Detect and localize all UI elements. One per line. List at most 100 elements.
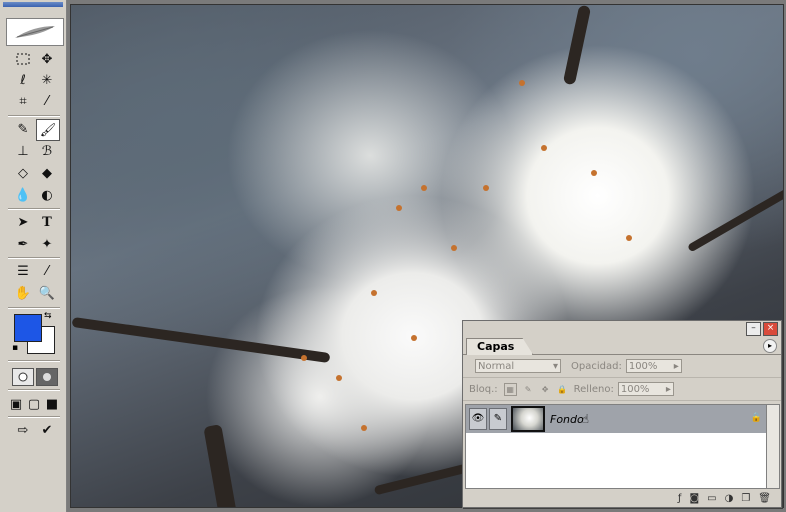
path-selection-icon[interactable]: ➤: [12, 212, 34, 232]
toolbox-separator: [8, 257, 60, 259]
close-icon[interactable]: ×: [763, 322, 778, 336]
chevron-down-icon: ▾: [552, 360, 558, 372]
new-layer-icon[interactable]: ❐: [741, 493, 750, 504]
magic-wand-icon[interactable]: ✳: [36, 70, 58, 90]
history-brush-icon[interactable]: ℬ: [36, 141, 58, 161]
slice-tool-icon[interactable]: ⁄: [36, 91, 58, 111]
lock-position-icon[interactable]: ✥: [540, 384, 551, 395]
stamen: [336, 375, 342, 381]
screen-mode-standard-icon[interactable]: ▣: [8, 394, 24, 414]
lock-icon: 🔒: [750, 413, 762, 423]
toolbox-separator: [8, 307, 60, 309]
feather-logo-icon[interactable]: [6, 18, 64, 46]
branch: [71, 316, 331, 364]
eye-visibility-icon[interactable]: 👁: [469, 408, 487, 430]
stamen: [411, 335, 417, 341]
swap-colors-icon[interactable]: ⇆: [44, 311, 52, 321]
palette-footer: ƒ ◙ ▭ ◑ ❐ 🗑: [463, 489, 781, 507]
healing-brush-icon[interactable]: ✎: [12, 119, 34, 139]
adjustment-layer-icon[interactable]: ◑: [725, 493, 734, 504]
standard-mode-icon[interactable]: [12, 368, 34, 386]
lock-fill-row: Bloq.: ▦ ✎ ✥ 🔒 Relleno: 100% ▸: [463, 378, 781, 401]
edit-check-icon[interactable]: ✔: [36, 420, 58, 440]
lock-transparency-icon[interactable]: ▦: [503, 382, 517, 396]
branch: [203, 424, 237, 507]
layer-mask-icon[interactable]: ◙: [689, 493, 699, 504]
opacity-field[interactable]: 100% ▸: [625, 359, 682, 373]
blend-mode-value: Normal: [478, 360, 515, 372]
new-group-icon[interactable]: ▭: [707, 493, 716, 504]
type-tool-icon[interactable]: T: [36, 212, 58, 232]
fill-label: Relleno:: [573, 383, 614, 395]
custom-shape-icon[interactable]: ✦: [36, 234, 58, 254]
clone-stamp-icon[interactable]: ⊥: [12, 141, 34, 161]
layer-thumbnail[interactable]: [511, 406, 545, 432]
blend-mode-select[interactable]: Normal ▾: [475, 359, 561, 373]
tab-capas[interactable]: Capas: [466, 338, 534, 355]
lock-all-icon[interactable]: 🔒: [557, 384, 568, 395]
stamen: [451, 245, 457, 251]
move-tool-icon[interactable]: ✥: [36, 49, 58, 69]
brush-link-icon[interactable]: ✎: [489, 408, 507, 430]
layer-row[interactable]: 👁 ✎ Fondo ☝ 🔒: [466, 405, 766, 433]
brush-tool-icon[interactable]: 🖌: [36, 119, 60, 141]
layers-scrollbar[interactable]: [766, 404, 780, 489]
toolbox-title-bar[interactable]: [3, 2, 63, 7]
dodge-tool-icon[interactable]: ◐: [36, 185, 58, 205]
eyedropper-icon[interactable]: ⁄: [36, 261, 58, 281]
stamen: [421, 185, 427, 191]
lasso-tool-icon[interactable]: ℓ: [12, 70, 34, 90]
layers-palette: – × Capas ▸ Normal ▾ Opacidad: 100% ▸ Bl…: [462, 320, 782, 508]
toolbox-separator: [8, 208, 60, 210]
notes-tool-icon[interactable]: ☰: [12, 261, 34, 281]
minimize-icon[interactable]: –: [746, 322, 761, 336]
stamen: [541, 145, 547, 151]
branch: [562, 5, 592, 86]
stamen: [361, 425, 367, 431]
branch: [687, 185, 783, 253]
stamen: [371, 290, 377, 296]
lock-label: Bloq.:: [469, 383, 498, 395]
stamen: [626, 235, 632, 241]
toolbox-separator: [8, 389, 60, 391]
toolbox: ✥ ℓ ✳ ⌗ ⁄ ✎ 🖌 ⊥ ℬ ◇ ◆ 💧 ◐ ➤ T ✒ ✦ ☰ ⁄ ✋ …: [0, 0, 67, 512]
jump-to-imageready-icon[interactable]: ⇨: [12, 420, 34, 440]
hand-tool-icon[interactable]: ✋: [12, 283, 34, 303]
chevron-right-icon: ▸: [673, 360, 679, 372]
layers-list: 👁 ✎ Fondo ☝ 🔒: [465, 404, 767, 489]
default-colors-icon[interactable]: ▪: [12, 343, 18, 353]
palette-title-bar[interactable]: – ×: [463, 321, 781, 337]
stamen: [519, 80, 525, 86]
zoom-tool-icon[interactable]: 🔍: [36, 283, 58, 303]
screen-mode-full-icon[interactable]: ■: [44, 394, 60, 414]
layer-name[interactable]: Fondo: [550, 413, 584, 426]
stamen: [301, 355, 307, 361]
fill-field[interactable]: 100% ▸: [617, 382, 674, 396]
blur-tool-icon[interactable]: 💧: [12, 185, 34, 205]
opacity-value: 100%: [628, 360, 658, 372]
pen-tool-icon[interactable]: ✒: [12, 234, 34, 254]
fill-value: 100%: [620, 383, 650, 395]
screen-mode-full-menu-icon[interactable]: ▢: [26, 394, 42, 414]
foreground-color-swatch[interactable]: [14, 314, 42, 342]
marquee-tool-icon[interactable]: [12, 49, 34, 69]
stamen: [483, 185, 489, 191]
stamen: [591, 170, 597, 176]
crop-tool-icon[interactable]: ⌗: [12, 91, 34, 111]
trash-icon[interactable]: 🗑: [758, 493, 771, 504]
paint-bucket-icon[interactable]: ◆: [36, 163, 58, 183]
layer-style-icon[interactable]: ƒ: [678, 493, 682, 504]
palette-tab-row: Capas ▸: [463, 337, 781, 355]
palette-menu-icon[interactable]: ▸: [763, 339, 777, 353]
quick-mask-mode-icon[interactable]: [36, 368, 58, 386]
blend-opacity-row: Normal ▾ Opacidad: 100% ▸: [463, 355, 781, 378]
chevron-right-icon: ▸: [665, 383, 671, 395]
eraser-tool-icon[interactable]: ◇: [12, 163, 34, 183]
lock-pixels-icon[interactable]: ✎: [523, 384, 534, 395]
opacity-label: Opacidad:: [571, 360, 622, 372]
stamen: [396, 205, 402, 211]
toolbox-separator: [8, 115, 60, 117]
hand-cursor-icon: ☝: [581, 412, 590, 426]
toolbox-separator: [8, 360, 60, 362]
toolbox-separator: [8, 416, 60, 418]
